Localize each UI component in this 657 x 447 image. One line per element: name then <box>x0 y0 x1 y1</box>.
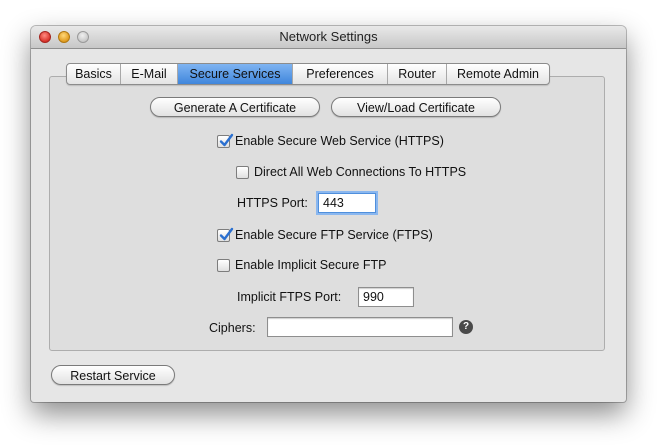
tab-basics[interactable]: Basics <box>67 64 120 84</box>
https-port-field[interactable]: 443 <box>318 193 376 213</box>
tab-remote-admin[interactable]: Remote Admin <box>446 64 549 84</box>
implicit-port-field[interactable]: 990 <box>358 287 414 307</box>
window-title: Network Settings <box>279 29 378 44</box>
restart-service-button[interactable]: Restart Service <box>51 365 175 385</box>
ftps-enable-checkbox[interactable] <box>217 227 234 242</box>
tab-secure-services[interactable]: Secure Services <box>177 64 292 84</box>
ftps-enable-label: Enable Secure FTP Service (FTPS) <box>235 228 433 242</box>
zoom-window-button[interactable] <box>77 31 89 43</box>
ciphers-label: Ciphers: <box>209 321 256 335</box>
implicit-ftp-label: Enable Implicit Secure FTP <box>235 258 387 272</box>
close-window-button[interactable] <box>39 31 51 43</box>
direct-https-label: Direct All Web Connections To HTTPS <box>254 165 467 179</box>
tab-preferences[interactable]: Preferences <box>292 64 387 84</box>
implicit-ftp-checkbox[interactable] <box>217 259 230 272</box>
direct-https-checkbox[interactable] <box>236 166 249 179</box>
view-load-certificate-button[interactable]: View/Load Certificate <box>331 97 501 117</box>
tab-bar: Basics E-Mail Secure Services Preference… <box>66 63 550 85</box>
checkmark-icon <box>219 227 234 241</box>
https-enable-checkbox[interactable] <box>217 133 234 148</box>
question-mark-help-icon[interactable]: ? <box>459 320 473 334</box>
tab-content-panel <box>49 76 605 351</box>
generate-certificate-button[interactable]: Generate A Certificate <box>150 97 320 117</box>
ciphers-field[interactable] <box>267 317 453 337</box>
checkmark-icon <box>219 133 234 147</box>
https-enable-label: Enable Secure Web Service (HTTPS) <box>235 134 444 148</box>
https-port-label: HTTPS Port: <box>237 196 308 210</box>
implicit-port-label: Implicit FTPS Port: <box>237 290 342 304</box>
minimize-window-button[interactable] <box>58 31 70 43</box>
title-bar[interactable]: Network Settings <box>31 26 626 49</box>
tab-router[interactable]: Router <box>387 64 446 84</box>
network-settings-window: Network Settings Basics E-Mail Secure Se… <box>31 26 626 402</box>
tab-email[interactable]: E-Mail <box>120 64 177 84</box>
